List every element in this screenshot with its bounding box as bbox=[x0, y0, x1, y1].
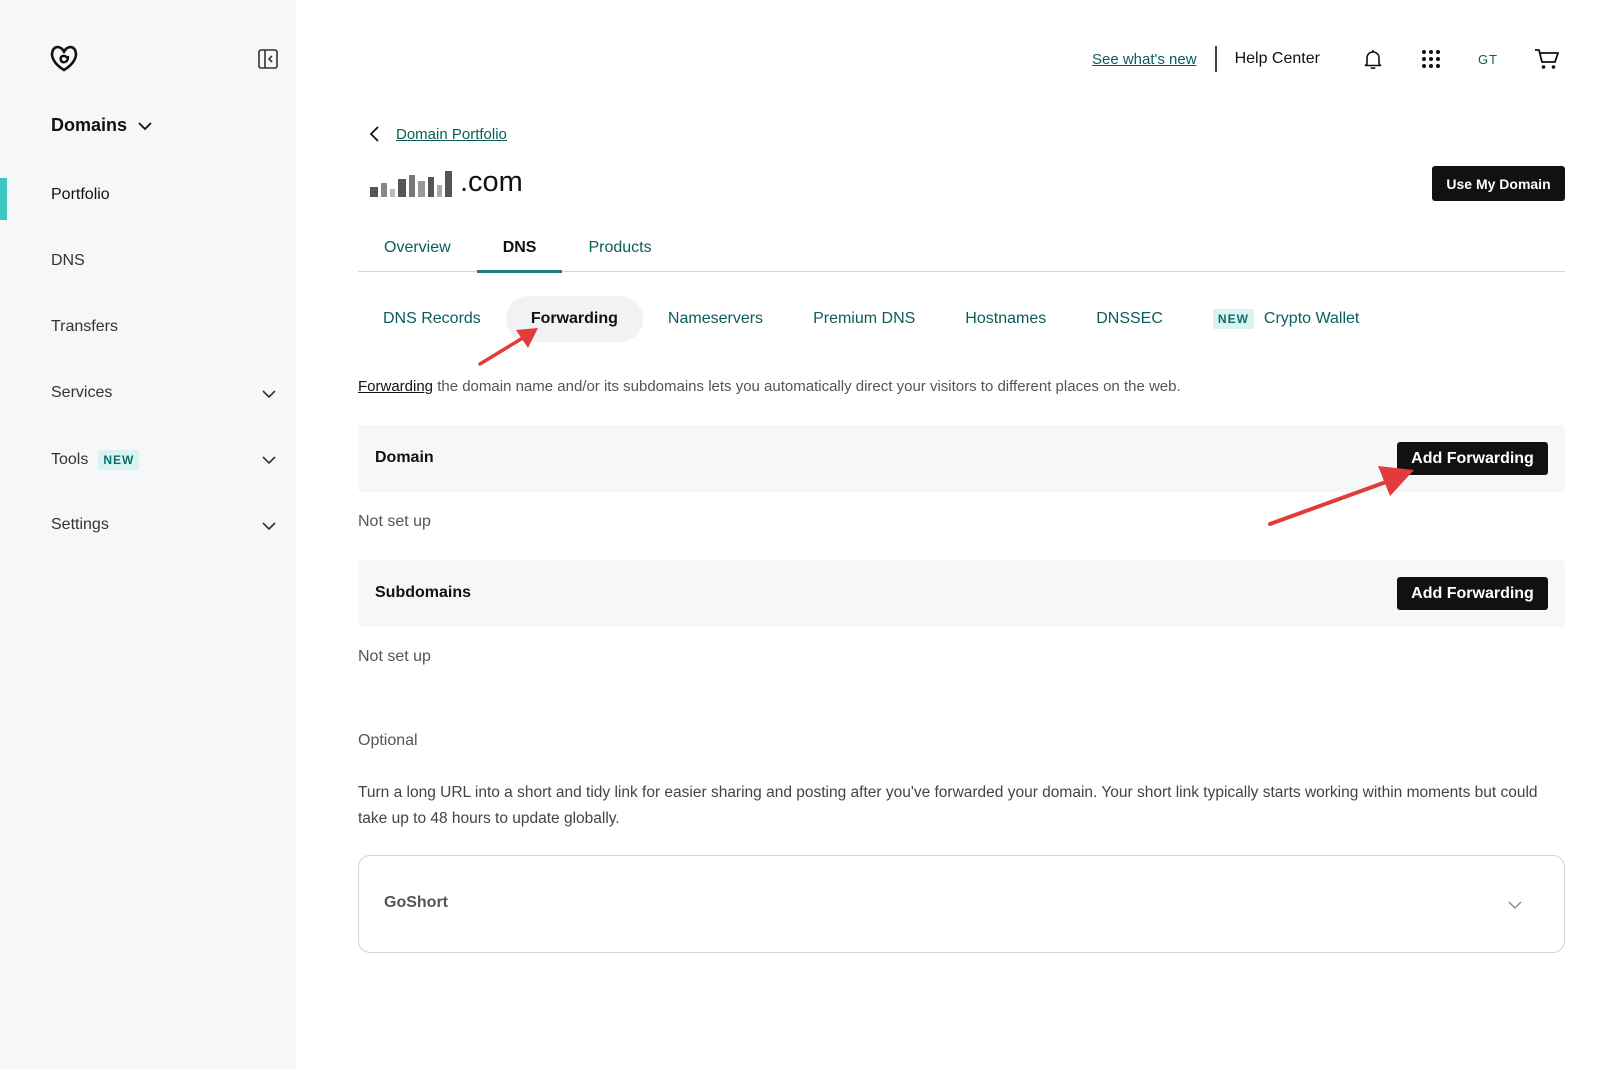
sidebar-section-domains[interactable]: Domains bbox=[51, 115, 153, 136]
goshort-label: GoShort bbox=[384, 894, 448, 911]
active-indicator bbox=[0, 178, 7, 220]
whats-new-link[interactable]: See what's new bbox=[1092, 51, 1197, 68]
subdomains-forwarding-status: Not set up bbox=[358, 648, 431, 665]
new-badge: NEW bbox=[1212, 309, 1254, 329]
subtab-hostnames[interactable]: Hostnames bbox=[940, 296, 1071, 342]
chevron-down-icon bbox=[1508, 901, 1522, 909]
breadcrumb: Domain Portfolio bbox=[368, 125, 507, 143]
main-tabs: Overview DNS Products bbox=[358, 230, 1565, 273]
subtab-forwarding[interactable]: Forwarding bbox=[505, 296, 643, 342]
goshort-accordion[interactable]: GoShort bbox=[358, 855, 1565, 953]
add-subdomain-forwarding-button[interactable]: Add Forwarding bbox=[1397, 577, 1548, 610]
description-text: the domain name and/or its subdomains le… bbox=[433, 378, 1181, 395]
subdomains-forwarding-label: Subdomains bbox=[375, 584, 472, 601]
user-avatar[interactable]: GT bbox=[1478, 52, 1498, 67]
subtab-dnssec[interactable]: DNSSEC bbox=[1071, 296, 1188, 342]
chevron-down-icon bbox=[262, 522, 276, 531]
subtab-crypto-wallet[interactable]: NEW Crypto Wallet bbox=[1188, 296, 1384, 342]
apps-grid-icon[interactable] bbox=[1420, 48, 1442, 70]
domain-forwarding-label: Domain bbox=[375, 449, 434, 466]
optional-description: Turn a long URL into a short and tidy li… bbox=[358, 784, 1538, 827]
sidebar-item-label: Settings bbox=[51, 516, 109, 533]
cart-icon[interactable] bbox=[1534, 47, 1560, 71]
tab-dns[interactable]: DNS bbox=[476, 230, 563, 273]
sidebar-item-transfers[interactable]: Transfers bbox=[51, 318, 277, 336]
sidebar-item-services[interactable]: Services bbox=[51, 384, 277, 402]
optional-heading: Optional bbox=[358, 732, 418, 749]
sidebar-section-label: Domains bbox=[51, 115, 128, 135]
sidebar-item-label: Services bbox=[51, 384, 113, 401]
subdomains-forwarding-panel: Subdomains Add Forwarding bbox=[358, 560, 1565, 627]
domain-suffix: .com bbox=[460, 166, 523, 198]
domain-forwarding-panel: Domain Add Forwarding bbox=[358, 425, 1565, 492]
tab-products[interactable]: Products bbox=[562, 230, 677, 272]
use-my-domain-button[interactable]: Use My Domain bbox=[1432, 166, 1565, 201]
subtab-nameservers[interactable]: Nameservers bbox=[643, 296, 788, 342]
chevron-down-icon bbox=[262, 456, 276, 465]
sidebar-item-label: Transfers bbox=[51, 318, 118, 335]
sidebar-item-label: DNS bbox=[51, 252, 85, 269]
page-title: .com bbox=[370, 166, 523, 199]
dns-subtabs: DNS Records Forwarding Nameservers Premi… bbox=[358, 296, 1384, 342]
domain-forwarding-status: Not set up bbox=[358, 513, 431, 530]
divider bbox=[1214, 46, 1217, 72]
new-badge: NEW bbox=[98, 450, 140, 470]
sidebar-item-portfolio[interactable]: Portfolio bbox=[51, 186, 277, 204]
sidebar-item-label: Tools bbox=[51, 451, 89, 468]
add-domain-forwarding-button[interactable]: Add Forwarding bbox=[1397, 442, 1548, 475]
sidebar-item-dns[interactable]: DNS bbox=[51, 252, 277, 270]
subtab-dns-records[interactable]: DNS Records bbox=[358, 296, 506, 342]
sidebar-item-settings[interactable]: Settings bbox=[51, 516, 277, 534]
subtab-premium-dns[interactable]: Premium DNS bbox=[788, 296, 940, 342]
sidebar-item-label: Portfolio bbox=[51, 186, 110, 203]
chevron-down-icon bbox=[262, 390, 276, 399]
forwarding-description: Forwarding the domain name and/or its su… bbox=[358, 378, 1181, 395]
bell-icon[interactable] bbox=[1362, 48, 1384, 70]
chevron-left-icon[interactable] bbox=[368, 125, 382, 143]
forwarding-help-link[interactable]: Forwarding bbox=[358, 378, 433, 395]
subtab-label: Crypto Wallet bbox=[1263, 310, 1360, 327]
chevron-down-icon bbox=[138, 121, 152, 130]
collapse-sidebar-icon[interactable] bbox=[257, 48, 279, 70]
tab-overview[interactable]: Overview bbox=[358, 230, 477, 272]
sidebar: Domains Portfolio DNS Transfers Services… bbox=[0, 0, 296, 1069]
godaddy-logo-icon[interactable] bbox=[48, 42, 80, 74]
sidebar-item-tools[interactable]: Tools NEW bbox=[51, 450, 277, 470]
top-bar: See what's new Help Center GT bbox=[1092, 44, 1560, 74]
breadcrumb-domain-portfolio[interactable]: Domain Portfolio bbox=[396, 126, 507, 143]
help-center-link[interactable]: Help Center bbox=[1235, 50, 1320, 68]
redacted-domain bbox=[370, 169, 458, 197]
